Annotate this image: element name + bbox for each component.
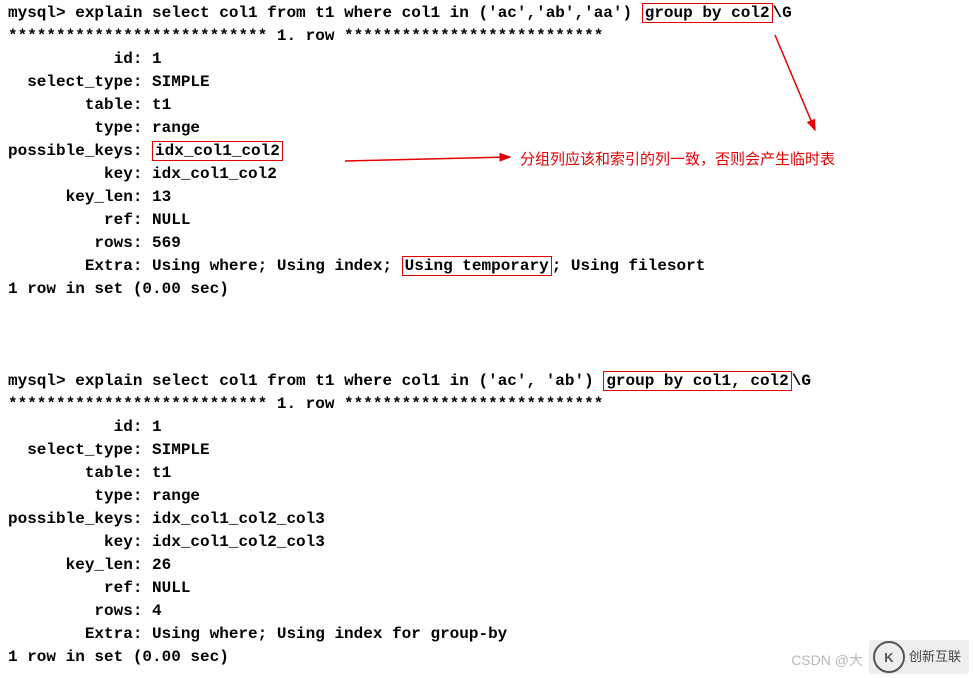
row: ref: NULL: [8, 209, 973, 232]
footer-1: 1 row in set (0.00 sec): [8, 278, 973, 301]
row: Extra: Using where; Using index for grou…: [8, 623, 973, 646]
row: select_type: SIMPLE: [8, 71, 973, 94]
boxed-group-by-2: group by col1, col2: [603, 371, 791, 391]
logo-text: 创新互联: [909, 651, 961, 663]
boxed-group-by-1: group by col2: [642, 3, 773, 23]
blank: [8, 301, 973, 324]
query1-command: mysql> explain select col1 from t1 where…: [8, 2, 973, 25]
logo-badge: K 创新互联: [869, 640, 969, 674]
row: possible_keys: idx_col1_col2_col3: [8, 508, 973, 531]
row: key_len: 26: [8, 554, 973, 577]
query2-command: mysql> explain select col1 from t1 where…: [8, 370, 973, 393]
row: select_type: SIMPLE: [8, 439, 973, 462]
row: ref: NULL: [8, 577, 973, 600]
prompt: mysql>: [8, 4, 75, 22]
blank: [8, 347, 973, 370]
row: type: range: [8, 485, 973, 508]
extra-row: Extra: Using where; Using index; Using t…: [8, 255, 973, 278]
separator-2: *************************** 1. row *****…: [8, 393, 973, 416]
row: type: range: [8, 117, 973, 140]
watermark-text: CSDN @大: [791, 650, 863, 670]
annotation-text: 分组列应该和索引的列一致，否则会产生临时表: [520, 148, 835, 169]
row: key: idx_col1_col2_col3: [8, 531, 973, 554]
blank: [8, 324, 973, 347]
row: table: t1: [8, 94, 973, 117]
row: rows: 569: [8, 232, 973, 255]
row: id: 1: [8, 48, 973, 71]
row: id: 1: [8, 416, 973, 439]
boxed-possible-keys: idx_col1_col2: [152, 141, 283, 161]
separator-1: *************************** 1. row *****…: [8, 25, 973, 48]
terminal-output: mysql> explain select col1 from t1 where…: [0, 0, 973, 669]
row: table: t1: [8, 462, 973, 485]
prompt: mysql>: [8, 372, 75, 390]
logo-icon: K: [873, 641, 905, 673]
row: rows: 4: [8, 600, 973, 623]
boxed-using-temporary: Using temporary: [402, 256, 552, 276]
row: key_len: 13: [8, 186, 973, 209]
